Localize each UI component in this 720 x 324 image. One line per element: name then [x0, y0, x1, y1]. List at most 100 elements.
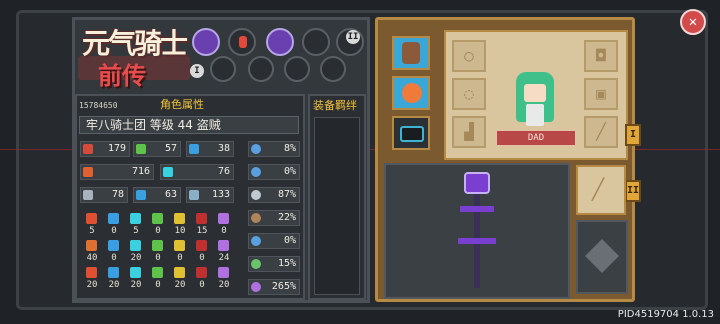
potion-icon: [239, 36, 247, 48]
version-label: PID4519704 1.0.13: [617, 309, 714, 320]
hero-body: [526, 104, 544, 126]
hero-character[interactable]: [510, 68, 560, 130]
tab-one[interactable]: I: [625, 124, 641, 146]
flame-icon: [86, 240, 97, 251]
skill-slot-8[interactable]: [284, 56, 310, 82]
up-arrow-icon: [251, 167, 261, 177]
resist-value: 0: [155, 226, 161, 236]
skill-ring: I II: [190, 24, 368, 84]
shield-icon: [163, 167, 173, 177]
resist-value: 20: [86, 280, 98, 290]
holy-icon: [174, 267, 185, 278]
stat-vortex: 265%: [248, 279, 300, 295]
blood-icon: [196, 213, 207, 224]
resist-value: 20: [218, 280, 230, 290]
slot-weapon[interactable]: ╱: [584, 116, 618, 148]
sun-icon: [174, 240, 185, 251]
stat-speed: 22%: [248, 210, 300, 226]
resist-value: 0: [155, 280, 161, 290]
chill-icon: [108, 267, 119, 278]
resist-value: 0: [111, 253, 117, 263]
stat-shield: 76: [160, 164, 234, 180]
player-id: 15784650: [79, 101, 118, 110]
skull-icon: [152, 240, 163, 251]
armor-icon: ▣: [596, 84, 606, 103]
stat-crit: 87%: [248, 187, 300, 203]
slot-armor[interactable]: ▣: [584, 78, 618, 110]
pet-avatar-icon: [402, 83, 422, 103]
skill-slot-6[interactable]: [210, 56, 236, 82]
resist-value: 0: [221, 226, 227, 236]
weapon-staff[interactable]: [456, 172, 498, 292]
equipment-bond-title: 装备羁绊: [313, 99, 357, 112]
companion-portrait-2[interactable]: [392, 76, 430, 110]
vortex-icon: [251, 282, 261, 292]
skill-slot-2[interactable]: [228, 28, 256, 56]
companion-portrait-1[interactable]: [392, 36, 430, 70]
stat-up-2: 0%: [248, 164, 300, 180]
secondary-weapon-slot[interactable]: ╱: [576, 165, 626, 215]
curse-icon: [196, 267, 207, 278]
ring-icon: ○: [464, 46, 474, 65]
skill-slot-1[interactable]: [192, 28, 220, 56]
tab-two[interactable]: II: [625, 180, 641, 202]
skill-badge-left: I: [190, 64, 204, 78]
staff-icon: [136, 190, 146, 200]
slot-amulet[interactable]: ◌: [452, 78, 486, 110]
stat-attack: 57: [133, 141, 181, 157]
sword-icon: [83, 190, 93, 200]
spellbook-icon: [189, 190, 199, 200]
slot-boot[interactable]: ▟: [452, 116, 486, 148]
heart-icon: [83, 167, 93, 177]
resist-value: 0: [111, 226, 117, 236]
girl-avatar-icon: [402, 42, 420, 64]
resist-value: 0: [177, 253, 183, 263]
close-button[interactable]: ✕: [680, 9, 706, 35]
resist-value: 0: [199, 253, 205, 263]
spark-icon: [130, 240, 141, 251]
locked-slot[interactable]: [576, 220, 628, 294]
helmet-icon: ◘: [596, 46, 606, 65]
resist-value: 24: [218, 253, 230, 263]
game-logo-subtitle: 前传: [98, 62, 146, 90]
character-name-level: 牢八骑士团 等级 44 盗贼: [79, 116, 299, 134]
stat-hp: 716: [80, 164, 154, 180]
moon-icon: [196, 240, 207, 251]
skill-slot-9[interactable]: [320, 56, 346, 82]
void-icon: [218, 267, 229, 278]
mana-icon: [189, 144, 199, 154]
amulet-icon: ◌: [464, 84, 474, 103]
skill-slot-3[interactable]: [266, 28, 294, 56]
stat-sword: 78: [80, 187, 128, 203]
staff-crossbar-2: [458, 238, 496, 244]
resist-value: 0: [155, 253, 161, 263]
resist-value: 20: [130, 280, 142, 290]
swirl-icon: [251, 259, 261, 269]
stat-cooldown: 0%: [248, 233, 300, 249]
sword-icon: ╱: [592, 177, 605, 201]
resist-value: 10: [174, 226, 186, 236]
arcane-icon: [218, 213, 229, 224]
burn-icon: [86, 267, 97, 278]
boot-icon: [251, 213, 261, 223]
poison-icon: [152, 213, 163, 224]
hero-name-plate: DAD: [496, 130, 576, 146]
companion-portrait-3[interactable]: [392, 116, 430, 150]
staff-crossbar: [460, 206, 494, 212]
equipment-bond-list[interactable]: [314, 117, 360, 295]
stat-regen: 15%: [248, 256, 300, 272]
stat-spellbook: 133: [186, 187, 234, 203]
resist-value: 20: [108, 280, 120, 290]
slot-ring[interactable]: ○: [452, 40, 486, 72]
ice-icon: [108, 213, 119, 224]
cat-avatar-icon: [400, 126, 424, 142]
skill-slot-7[interactable]: [248, 56, 274, 82]
skill-slot-4[interactable]: [302, 28, 330, 56]
stat-armor: 179: [80, 141, 130, 157]
slot-helmet[interactable]: ◘: [584, 40, 618, 72]
hero-face: [524, 84, 546, 102]
frost-icon: [108, 240, 119, 251]
resist-value: 5: [133, 226, 139, 236]
staff-head-icon: [464, 172, 490, 194]
toxic-icon: [152, 267, 163, 278]
